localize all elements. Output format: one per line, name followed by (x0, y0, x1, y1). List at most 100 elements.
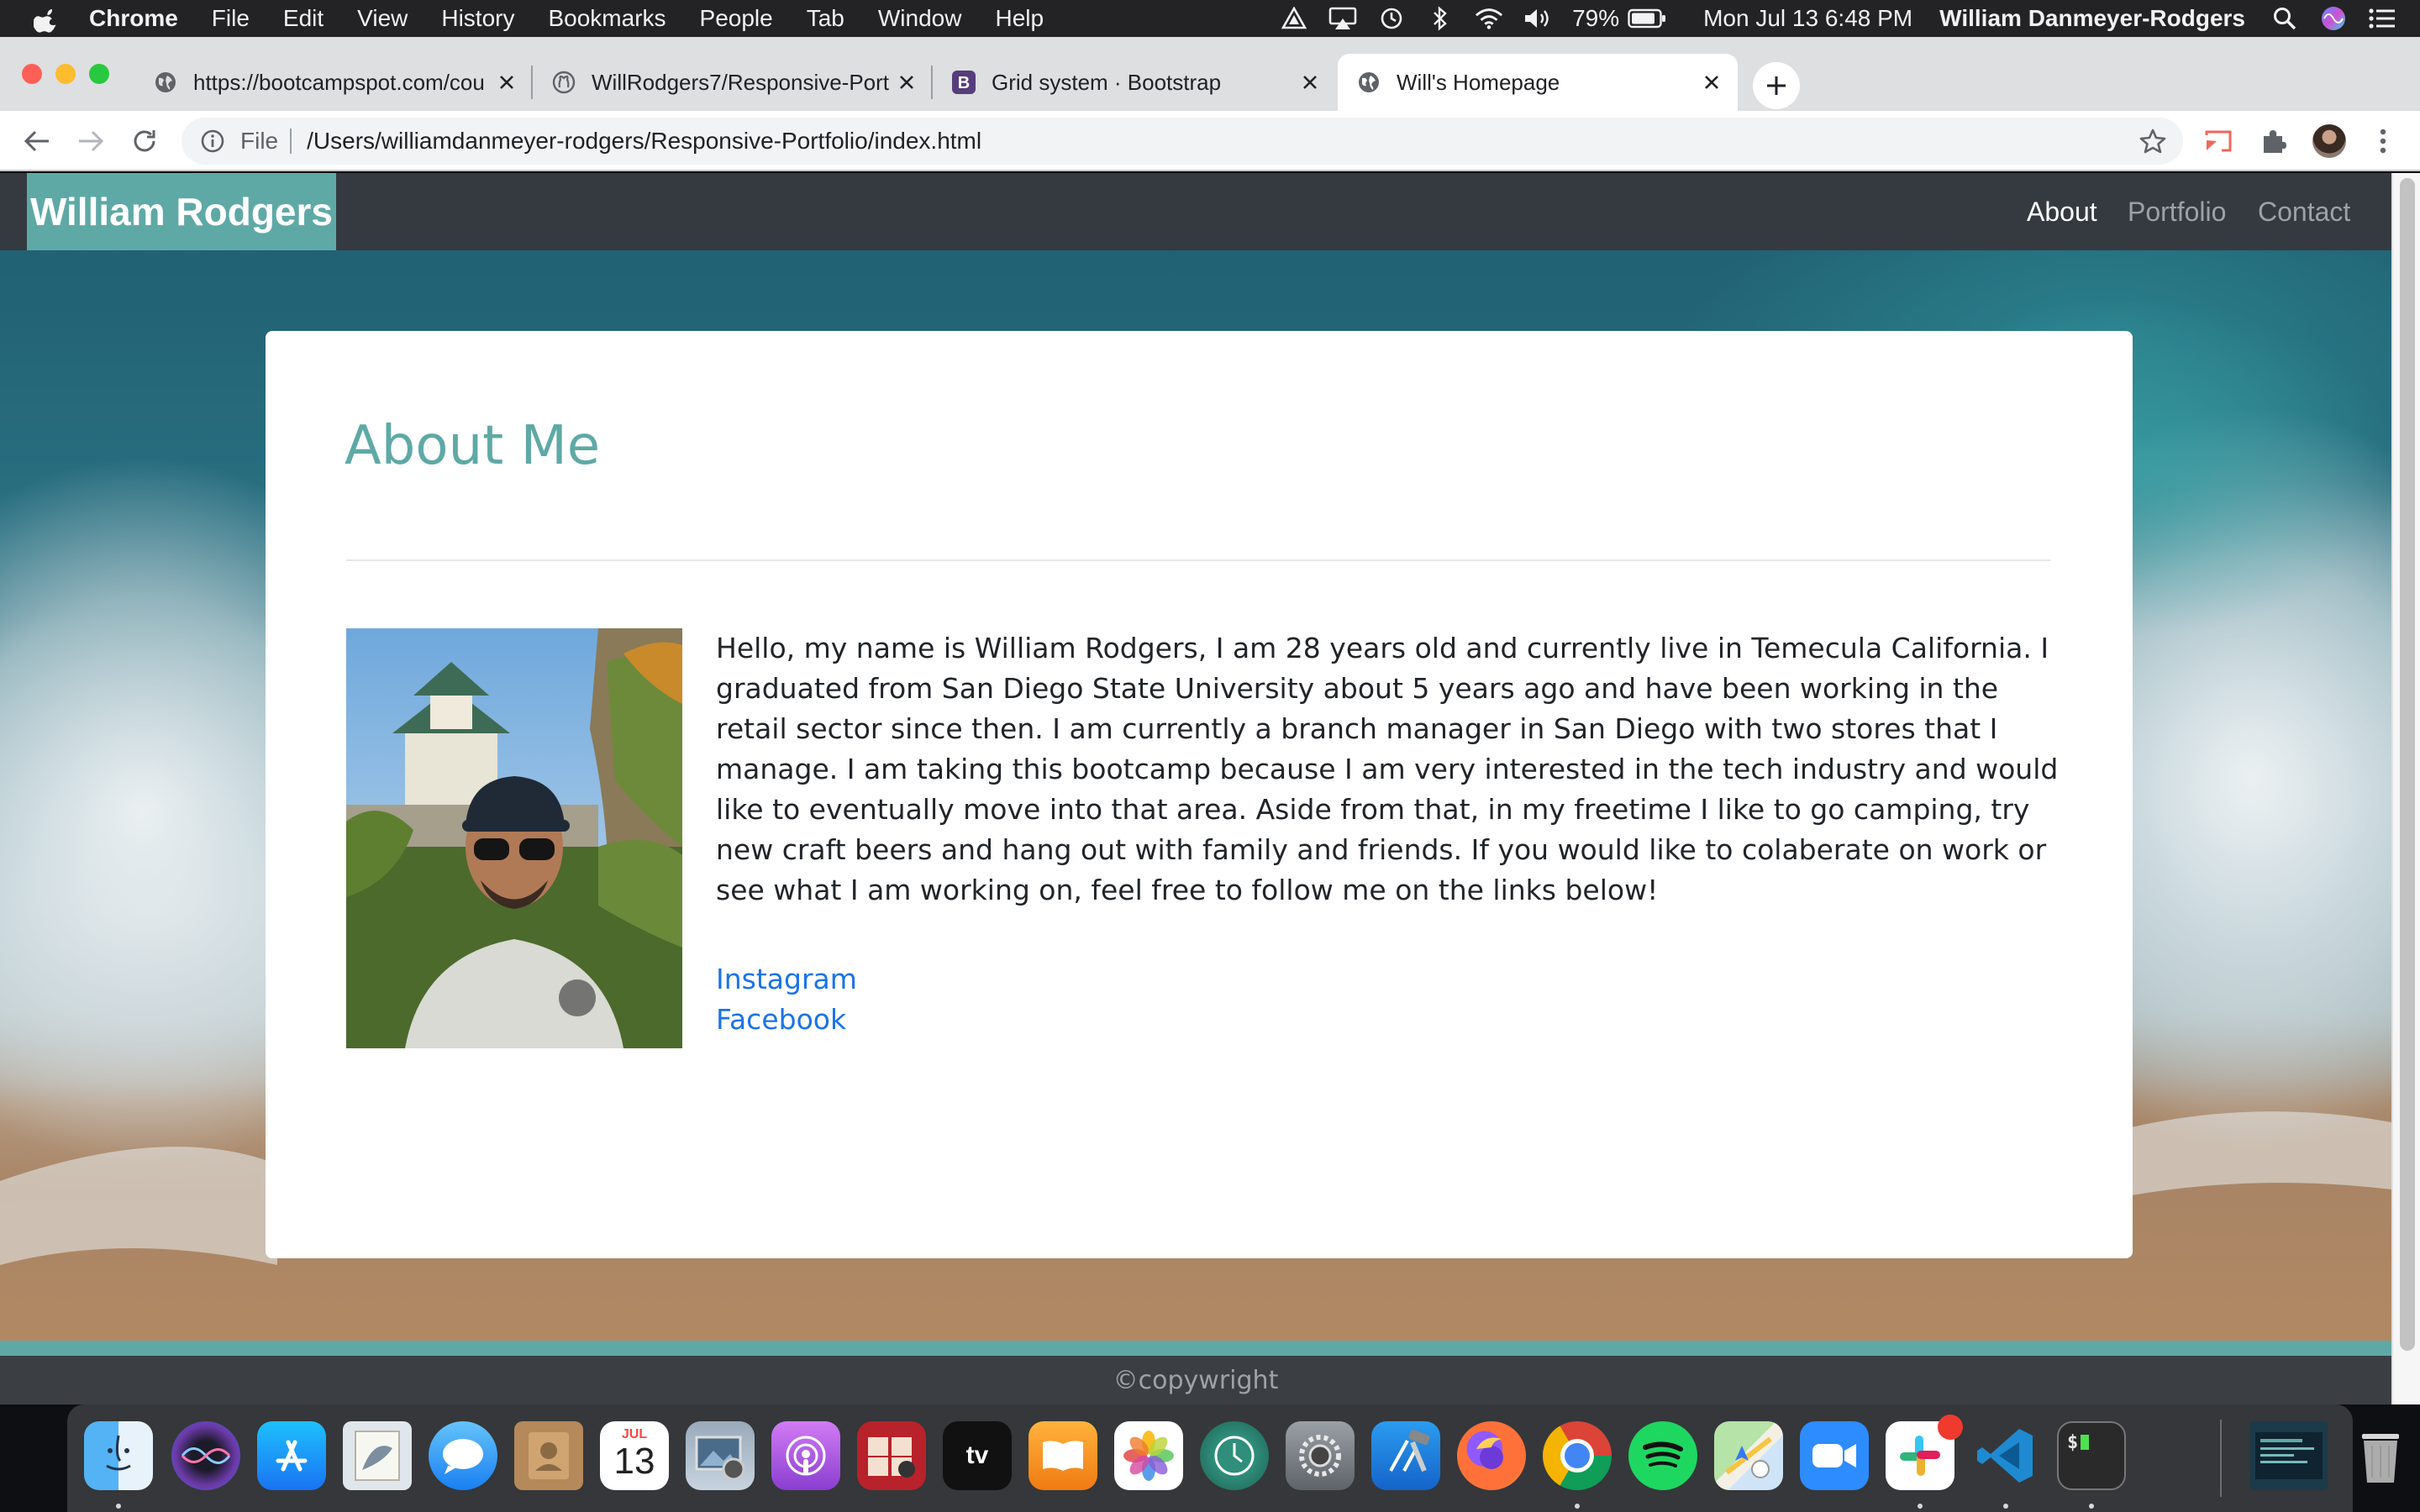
reload-button[interactable] (124, 121, 165, 161)
facebook-link[interactable]: Facebook (716, 1000, 857, 1040)
dock-area: JUL 13 tv $ (0, 1404, 2420, 1512)
svg-text:B: B (958, 74, 970, 92)
running-indicator (1918, 1504, 1923, 1509)
close-tab-icon[interactable] (492, 68, 521, 97)
menu-view[interactable]: View (357, 5, 408, 32)
spotlight-icon[interactable] (2270, 6, 2299, 31)
menu-tab[interactable]: Tab (807, 5, 844, 32)
menu-help[interactable]: Help (995, 5, 1044, 32)
nav-link-portfolio[interactable]: Portfolio (2128, 173, 2226, 250)
globe-icon (153, 70, 178, 95)
close-tab-icon[interactable] (892, 68, 921, 97)
menu-history[interactable]: History (441, 5, 514, 32)
siri-icon[interactable] (2319, 6, 2348, 31)
bookmark-star-icon[interactable] (2139, 128, 2166, 155)
bluetooth-icon[interactable] (1426, 6, 1455, 31)
scrollbar-thumb[interactable] (2400, 178, 2415, 1351)
xcode-icon[interactable] (1371, 1421, 1440, 1490)
menu-app-chrome[interactable]: Chrome (89, 5, 178, 32)
volume-icon[interactable] (1523, 6, 1552, 31)
close-window-button[interactable] (22, 64, 42, 84)
github-icon (551, 70, 576, 95)
app-store-icon[interactable] (257, 1421, 326, 1490)
podcasts-icon[interactable] (771, 1421, 840, 1490)
apple-tv-icon[interactable]: tv (943, 1421, 1012, 1490)
drive-icon[interactable] (1280, 6, 1308, 31)
photos-icon[interactable] (1114, 1421, 1183, 1490)
calendar-day: 13 (613, 1441, 655, 1482)
vscode-icon[interactable] (1971, 1421, 2040, 1490)
chrome-menu-icon[interactable] (2365, 123, 2402, 160)
chrome-icon[interactable] (1543, 1421, 1612, 1490)
bootstrap-icon: B (951, 70, 976, 95)
address-bar[interactable]: File /Users/williamdanmeyer-rodgers/Resp… (182, 118, 2183, 165)
time-machine-dock-icon[interactable] (1200, 1421, 1269, 1490)
terminal-icon[interactable]: $ (2057, 1421, 2126, 1490)
dock-divider (2220, 1420, 2222, 1497)
nav-link-contact[interactable]: Contact (2258, 173, 2350, 250)
notification-center-icon[interactable] (2368, 6, 2396, 31)
social-links: Instagram Facebook (716, 959, 857, 1040)
instagram-link[interactable]: Instagram (716, 959, 857, 1000)
photo-booth-icon[interactable] (857, 1421, 926, 1490)
profile-avatar[interactable] (2311, 123, 2348, 160)
firefox-icon[interactable] (1457, 1421, 1526, 1490)
finder-icon[interactable] (84, 1421, 153, 1490)
maps-icon[interactable] (1714, 1421, 1783, 1490)
calendar-icon[interactable]: JUL 13 (600, 1421, 669, 1490)
zoom-window-button[interactable] (89, 64, 109, 84)
vertical-scrollbar[interactable] (2391, 173, 2420, 1404)
battery-percent: 79% (1572, 5, 1620, 31)
wifi-icon[interactable] (1475, 6, 1503, 31)
slack-icon[interactable] (1886, 1415, 1963, 1490)
new-tab-button[interactable] (1753, 62, 1800, 109)
zoom-icon[interactable] (1800, 1421, 1869, 1490)
info-icon[interactable] (200, 129, 225, 154)
extension-cast-icon[interactable] (2200, 123, 2237, 160)
tab-title: WillRodgers7/Responsive-Port (592, 69, 890, 95)
minimized-window-thumbnail[interactable] (2250, 1421, 2328, 1490)
apple-icon[interactable] (34, 4, 60, 33)
user-name[interactable]: William Danmeyer-Rodgers (1939, 5, 2245, 32)
messages-icon[interactable] (429, 1421, 497, 1490)
airplay-icon[interactable] (1328, 6, 1357, 31)
preview-icon[interactable] (343, 1421, 412, 1490)
back-button[interactable] (17, 121, 57, 161)
footer-accent-stripe (0, 1341, 2391, 1356)
spotify-icon[interactable] (1628, 1421, 1697, 1490)
nav-link-about[interactable]: About (2027, 173, 2097, 250)
siri-dock-icon[interactable] (171, 1421, 240, 1490)
heading-divider (346, 559, 2050, 561)
trash-icon[interactable] (2346, 1421, 2415, 1490)
clock[interactable]: Mon Jul 13 6:48 PM (1703, 5, 1912, 32)
tab-github[interactable]: WillRodgers7/Responsive-Port (533, 54, 933, 111)
close-tab-icon[interactable] (1697, 68, 1726, 97)
dock: JUL 13 tv $ (67, 1404, 2399, 1512)
menu-file[interactable]: File (212, 5, 250, 32)
close-tab-icon[interactable] (1296, 68, 1324, 97)
running-indicator (2089, 1504, 2094, 1509)
running-indicator (116, 1504, 121, 1509)
tab-wills-homepage[interactable]: Will's Homepage (1338, 54, 1738, 111)
url-text[interactable]: /Users/williamdanmeyer-rodgers/Responsiv… (307, 128, 981, 155)
extensions-puzzle-icon[interactable] (2255, 123, 2292, 160)
site-brand[interactable]: William Rodgers (27, 173, 336, 250)
contacts-icon[interactable] (514, 1421, 583, 1490)
system-preferences-icon[interactable] (1286, 1421, 1355, 1490)
menu-bar: Chrome File Edit View History Bookmarks … (0, 0, 2420, 37)
tab-bootcampspot[interactable]: https://bootcampspot.com/cou (134, 54, 533, 111)
image-capture-icon[interactable] (686, 1421, 755, 1490)
time-machine-icon[interactable] (1377, 6, 1406, 31)
battery-icon[interactable] (1628, 6, 1666, 31)
about-card: About Me Hello, my name is William Rodge… (266, 331, 2133, 1258)
menu-edit[interactable]: Edit (283, 5, 324, 32)
minimize-window-button[interactable] (55, 64, 76, 84)
books-icon[interactable] (1028, 1421, 1097, 1490)
forward-button[interactable] (71, 121, 111, 161)
menu-window[interactable]: Window (878, 5, 962, 32)
running-indicator (2003, 1504, 2008, 1509)
menu-bookmarks[interactable]: Bookmarks (548, 5, 666, 32)
tab-bootstrap[interactable]: B Grid system · Bootstrap (933, 54, 1336, 111)
menu-people[interactable]: People (700, 5, 773, 32)
apple-tv-label: tv (965, 1441, 989, 1469)
